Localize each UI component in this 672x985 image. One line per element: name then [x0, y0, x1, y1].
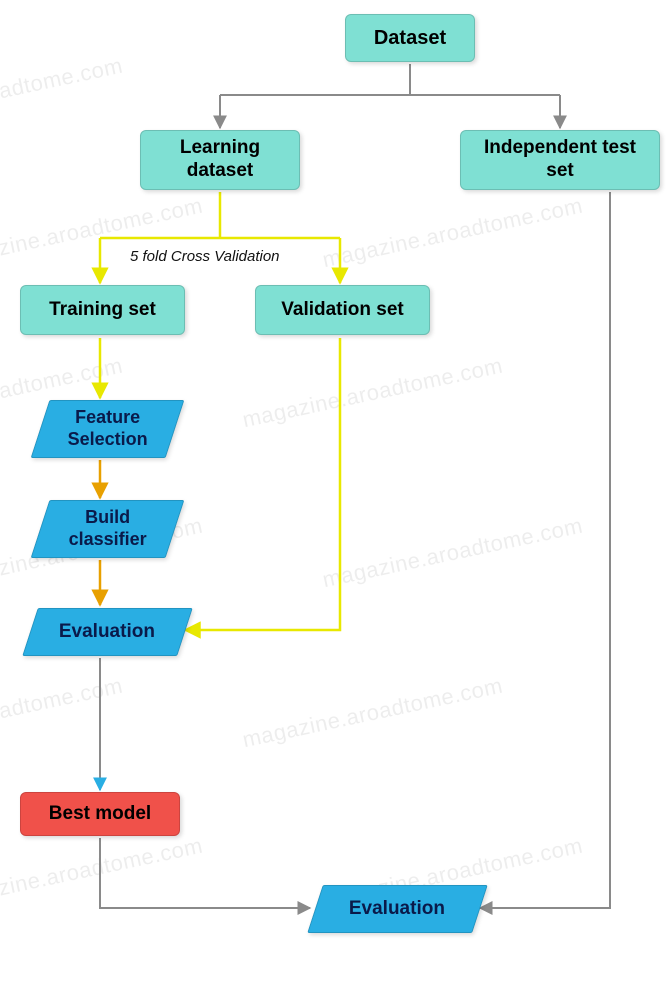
watermark: magazine.aroadtome.com: [0, 833, 205, 914]
node-build-classifier: Build classifier: [31, 500, 185, 558]
flowchart-canvas: magazine.aroadtome.com magazine.aroadtom…: [0, 0, 672, 985]
watermark: magazine.aroadtome.com: [320, 513, 585, 594]
node-learning-dataset: Learning dataset: [140, 130, 300, 190]
node-best-model: Best model: [20, 792, 180, 836]
node-independent-test-set: Independent test set: [460, 130, 660, 190]
node-training-set: Training set: [20, 285, 185, 335]
watermark: magazine.aroadtome.com: [240, 353, 505, 434]
watermark: magazine.aroadtome.com: [240, 673, 505, 754]
node-evaluation-1-label: Evaluation: [59, 621, 155, 644]
node-evaluation-2: Evaluation: [307, 885, 488, 933]
node-evaluation-2-label: Evaluation: [349, 898, 445, 921]
node-build-classifier-label: Build classifier: [51, 507, 164, 550]
node-evaluation-1: Evaluation: [22, 608, 193, 656]
watermark: magazine.aroadtome.com: [0, 673, 125, 754]
node-validation-set: Validation set: [255, 285, 430, 335]
watermark: magazine.aroadtome.com: [0, 53, 125, 134]
node-feature-selection-label: Feature Selection: [51, 407, 164, 450]
watermark: magazine.aroadtome.com: [320, 193, 585, 274]
node-feature-selection: Feature Selection: [31, 400, 185, 458]
node-dataset: Dataset: [345, 14, 475, 62]
label-cross-validation: 5 fold Cross Validation: [130, 248, 280, 265]
